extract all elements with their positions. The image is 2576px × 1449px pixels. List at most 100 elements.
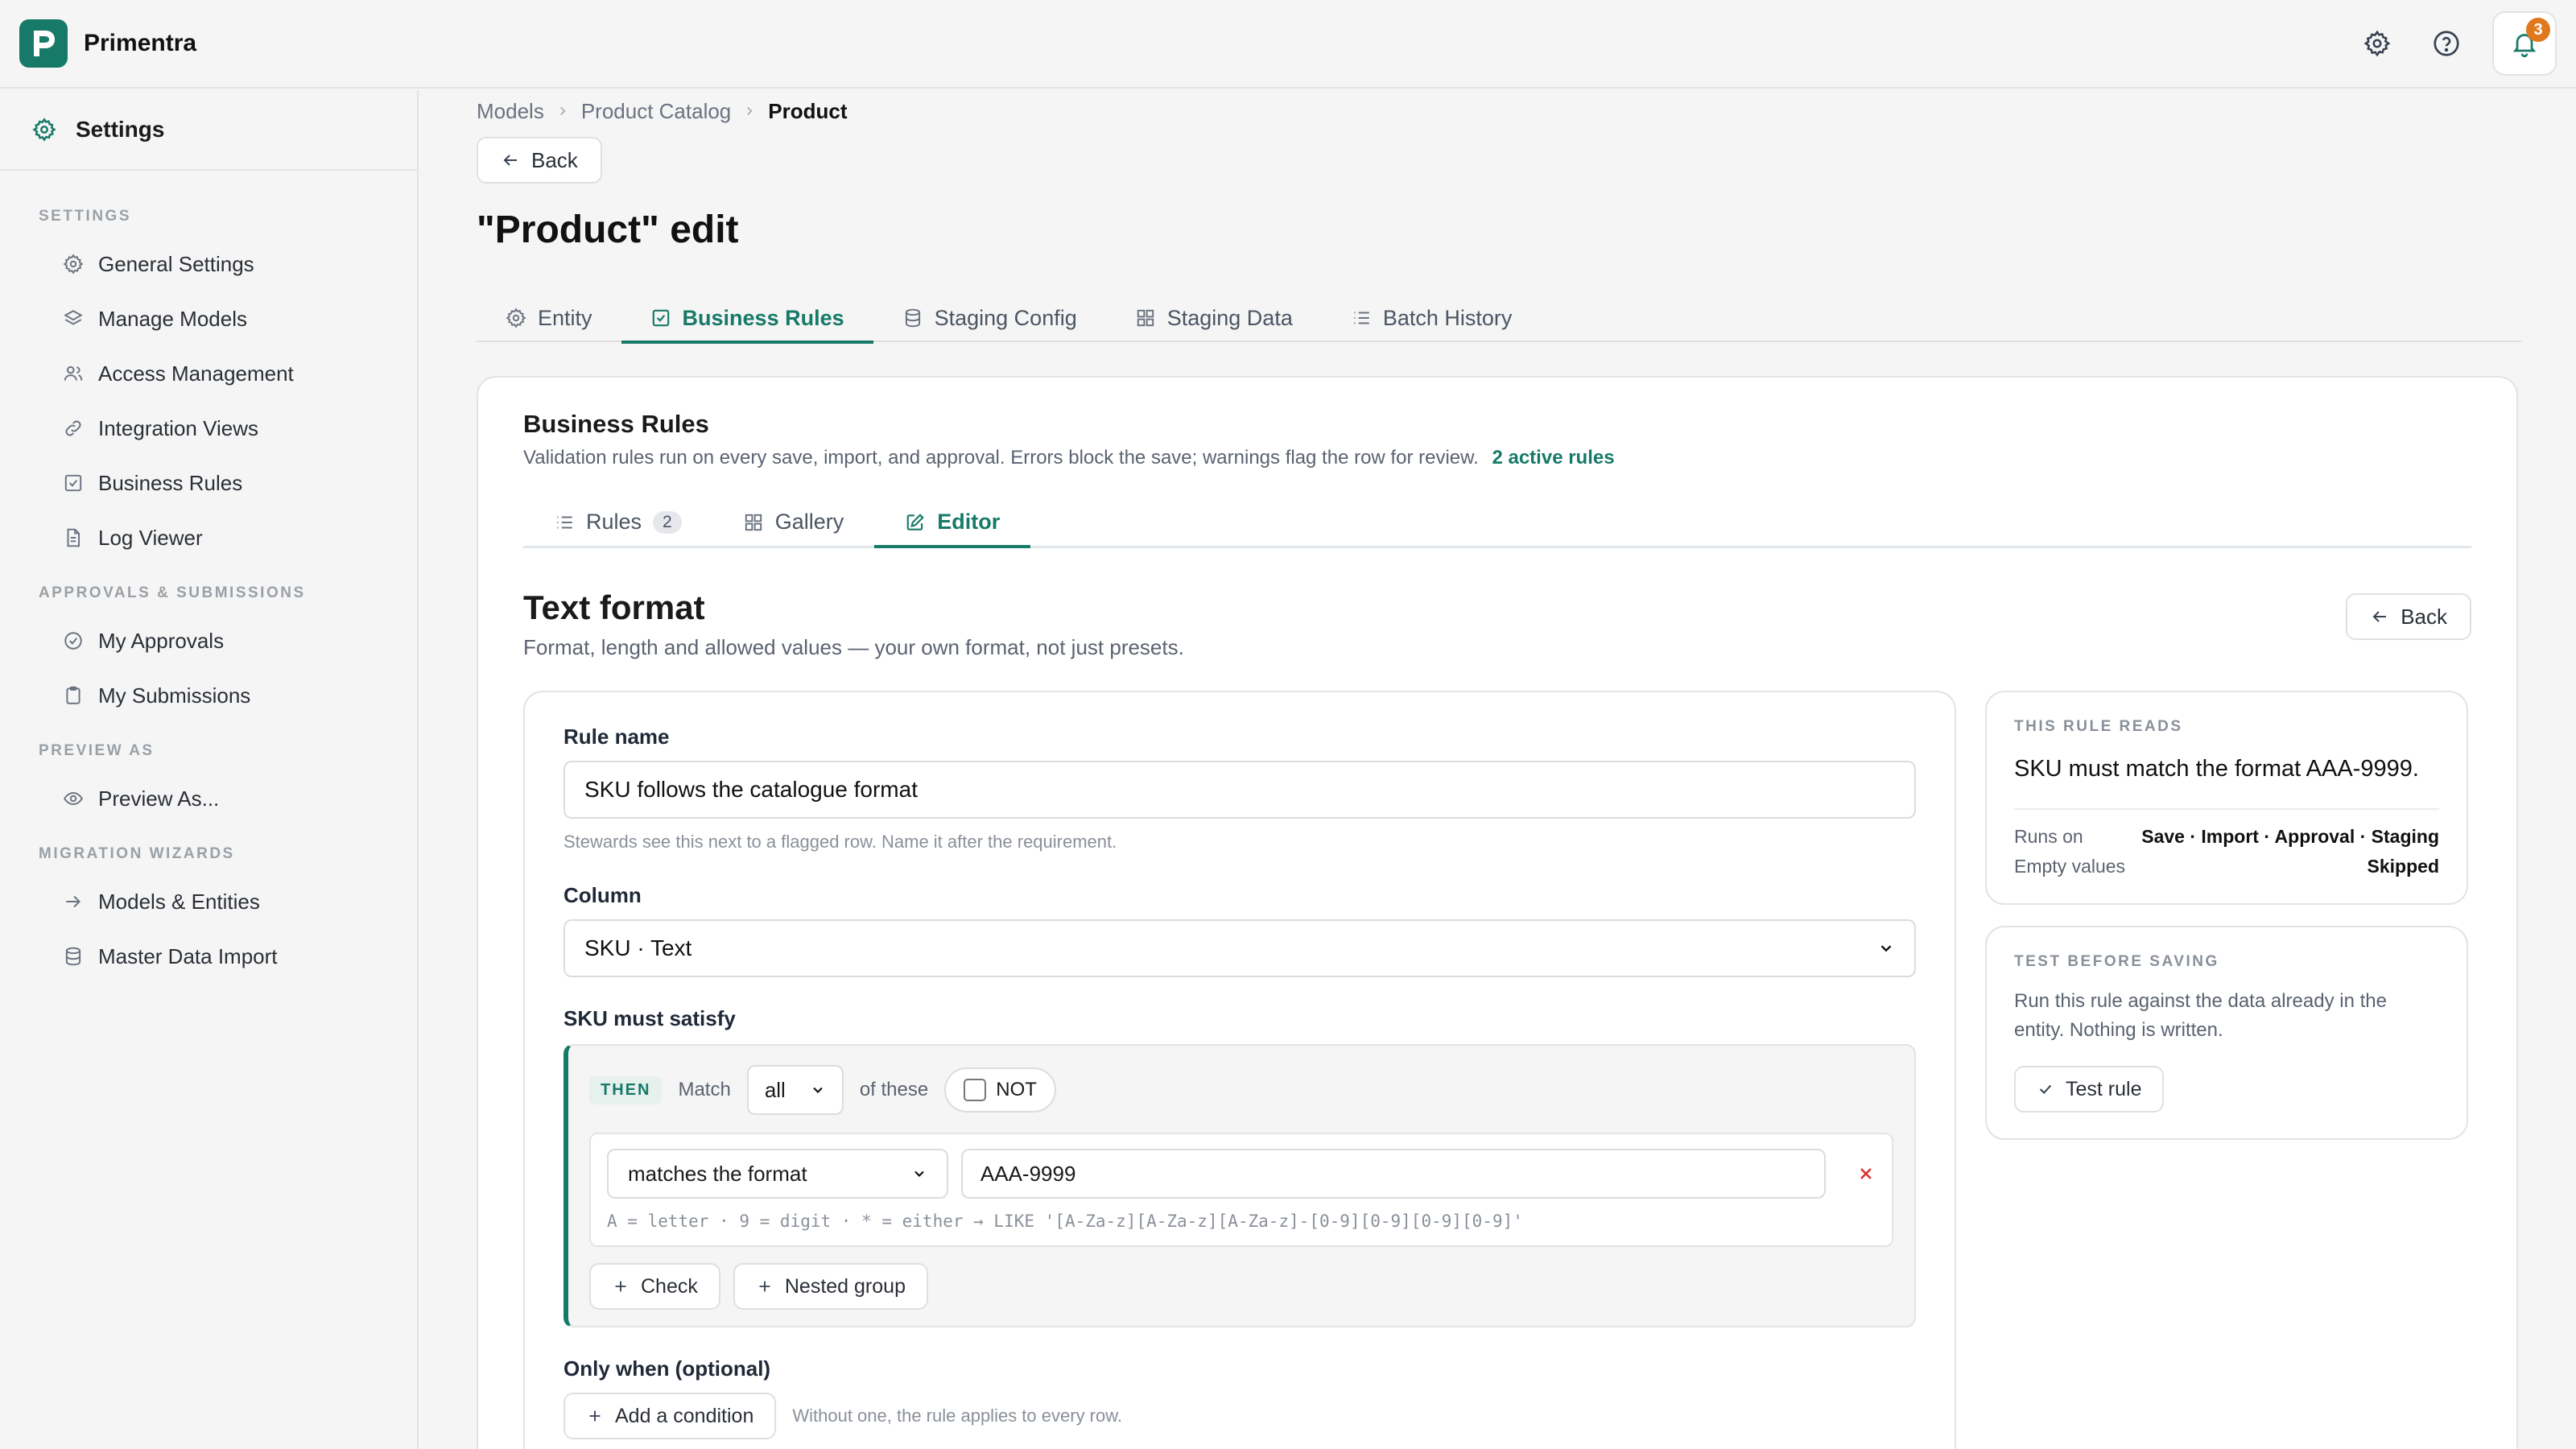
sidebar-item-log-viewer[interactable]: Log Viewer	[39, 510, 417, 565]
editor-columns: Rule name SKU follows the catalogue form…	[523, 691, 2471, 1449]
runs-on-value: Save · Import · Approval · Staging	[2141, 826, 2439, 848]
check-circle-icon	[64, 632, 82, 650]
app-logo[interactable]	[19, 19, 68, 68]
subtab-label: Editor	[937, 510, 1001, 534]
tab-label: Business Rules	[682, 305, 844, 330]
sidebar-item-label: Master Data Import	[98, 943, 278, 968]
tab-label: Staging Data	[1166, 305, 1293, 330]
active-rules-count[interactable]: 2 active rules	[1492, 447, 1614, 469]
of-these-label: of these	[859, 1079, 929, 1100]
sidebar-item-models-entities[interactable]: Models & Entities	[39, 874, 417, 929]
sidebar-item-integration-views[interactable]: Integration Views	[39, 401, 417, 456]
sidebar-group-settings: SETTINGS General Settings Manage Models …	[0, 208, 417, 565]
sidebar-item-my-submissions[interactable]: My Submissions	[39, 668, 417, 723]
match-select-value: all	[764, 1077, 786, 1102]
operator-select[interactable]: matches the format	[607, 1149, 948, 1199]
sidebar-item-master-data-import[interactable]: Master Data Import	[39, 929, 417, 984]
edit-icon	[906, 513, 924, 530]
test-panel: TEST BEFORE SAVING Run this rule against…	[1985, 926, 2468, 1141]
sidebar-item-label: Access Management	[98, 361, 294, 386]
notifications-button[interactable]: 3	[2492, 11, 2557, 76]
description-text: Validation rules run on every save, impo…	[523, 447, 1479, 469]
not-toggle[interactable]: NOT	[944, 1067, 1056, 1113]
sidebar-item-label: Log Viewer	[98, 525, 203, 550]
tab-entity[interactable]: Entity	[477, 294, 621, 342]
rule-name-input[interactable]: SKU follows the catalogue format	[564, 761, 1916, 819]
tab-staging-config[interactable]: Staging Config	[873, 294, 1106, 342]
help-button[interactable]	[2423, 20, 2470, 67]
tab-batch-history[interactable]: Batch History	[1322, 294, 1542, 342]
sidebar: Settings SETTINGS General Settings Manag…	[0, 90, 419, 1449]
sidebar-item-label: Preview As...	[98, 786, 220, 811]
breadcrumb-models[interactable]: Models	[477, 99, 544, 124]
breadcrumb-product-catalog[interactable]: Product Catalog	[581, 99, 731, 124]
sidebar-item-label: Integration Views	[98, 415, 258, 440]
sidebar-item-access-management[interactable]: Access Management	[39, 346, 417, 401]
test-rule-button[interactable]: Test rule	[2014, 1066, 2165, 1113]
sidebar-item-manage-models[interactable]: Manage Models	[39, 291, 417, 346]
rule-name-hint: Stewards see this next to a flagged row.…	[564, 832, 1117, 852]
column-select[interactable]: SKU · Text	[564, 919, 1916, 977]
subtab-editor[interactable]: Editor	[874, 498, 1031, 548]
only-when-label: Only when (optional)	[564, 1356, 771, 1381]
tab-staging-data[interactable]: Staging Data	[1106, 294, 1322, 342]
sidebar-item-label: My Approvals	[98, 628, 225, 653]
sidebar-group-label: MIGRATION WIZARDS	[39, 845, 235, 862]
close-icon[interactable]	[1856, 1164, 1876, 1183]
rule-reads-label: THIS RULE READS	[2014, 718, 2183, 735]
settings-button[interactable]	[2354, 20, 2401, 67]
gear-icon	[63, 254, 84, 275]
test-panel-label: TEST BEFORE SAVING	[2014, 953, 2219, 971]
sidebar-item-general-settings[interactable]: General Settings	[39, 237, 417, 291]
add-check-button[interactable]: Check	[589, 1263, 720, 1310]
back-label: Back	[2401, 604, 2447, 629]
condition-group: THEN Match all of these NOT matches the …	[564, 1044, 1916, 1327]
editor-back-button[interactable]: Back	[2346, 593, 2471, 640]
app-brand: Primentra	[84, 30, 197, 56]
add-group-label: Nested group	[784, 1274, 906, 1298]
add-condition-button[interactable]: Add a condition	[564, 1393, 777, 1439]
sidebar-group-approvals: APPROVALS & SUBMISSIONS My Approvals My …	[0, 584, 417, 723]
tab-business-rules[interactable]: Business Rules	[621, 294, 873, 344]
logo-p-icon	[34, 31, 55, 56]
format-legend: A = letter · 9 = digit · * = either → LI…	[607, 1212, 1523, 1231]
rule-reads-text: SKU must match the format AAA-9999.	[2014, 756, 2419, 782]
pattern-input[interactable]: AAA-9999	[960, 1149, 1827, 1199]
then-pill: THEN	[589, 1075, 663, 1104]
breadcrumb-current: Product	[768, 98, 848, 123]
rule-name-label: Rule name	[564, 724, 670, 749]
help-icon	[2434, 31, 2459, 56]
empty-values-value: Skipped	[2367, 856, 2439, 877]
operator-select-value: matches the format	[628, 1161, 807, 1186]
subtab-rules[interactable]: Rules 2	[523, 498, 712, 546]
checkbox-icon	[64, 474, 82, 492]
page-title: "Product" edit	[477, 208, 739, 251]
sidebar-item-business-rules[interactable]: Business Rules	[39, 456, 417, 510]
add-nested-group-button[interactable]: Nested group	[733, 1263, 928, 1310]
tab-label: Staging Config	[934, 305, 1077, 330]
back-button[interactable]: Back	[477, 137, 602, 184]
clipboard-icon	[66, 686, 80, 704]
plus-icon	[759, 1281, 770, 1292]
sidebar-item-label: Models & Entities	[98, 889, 260, 914]
list-icon	[557, 516, 572, 528]
not-label: NOT	[996, 1079, 1037, 1100]
chevron-right-icon	[560, 106, 566, 116]
checkbox-icon	[652, 309, 669, 327]
not-checkbox[interactable]	[964, 1079, 987, 1101]
column-label: Column	[564, 883, 642, 907]
grid-icon	[745, 514, 762, 530]
match-select[interactable]: all	[746, 1065, 844, 1115]
sidebar-group-migration: MIGRATION WIZARDS Models & Entities Mast…	[0, 845, 417, 984]
arrow-left-icon	[503, 155, 517, 166]
test-panel-text: Run this rule against the data already i…	[2014, 990, 2387, 1042]
sidebar-item-preview-as[interactable]: Preview As...	[39, 771, 417, 826]
editor-subtitle: Format, length and allowed values — your…	[523, 635, 1184, 659]
sidebar-item-my-approvals[interactable]: My Approvals	[39, 613, 417, 668]
match-label: Match	[678, 1079, 731, 1100]
editor-title: Text format	[523, 588, 705, 626]
subtab-gallery[interactable]: Gallery	[712, 498, 875, 546]
rules-count-badge: 2	[653, 510, 682, 534]
arrow-left-icon	[2372, 611, 2387, 622]
only-when-hint: Without one, the rule applies to every r…	[792, 1406, 1123, 1426]
